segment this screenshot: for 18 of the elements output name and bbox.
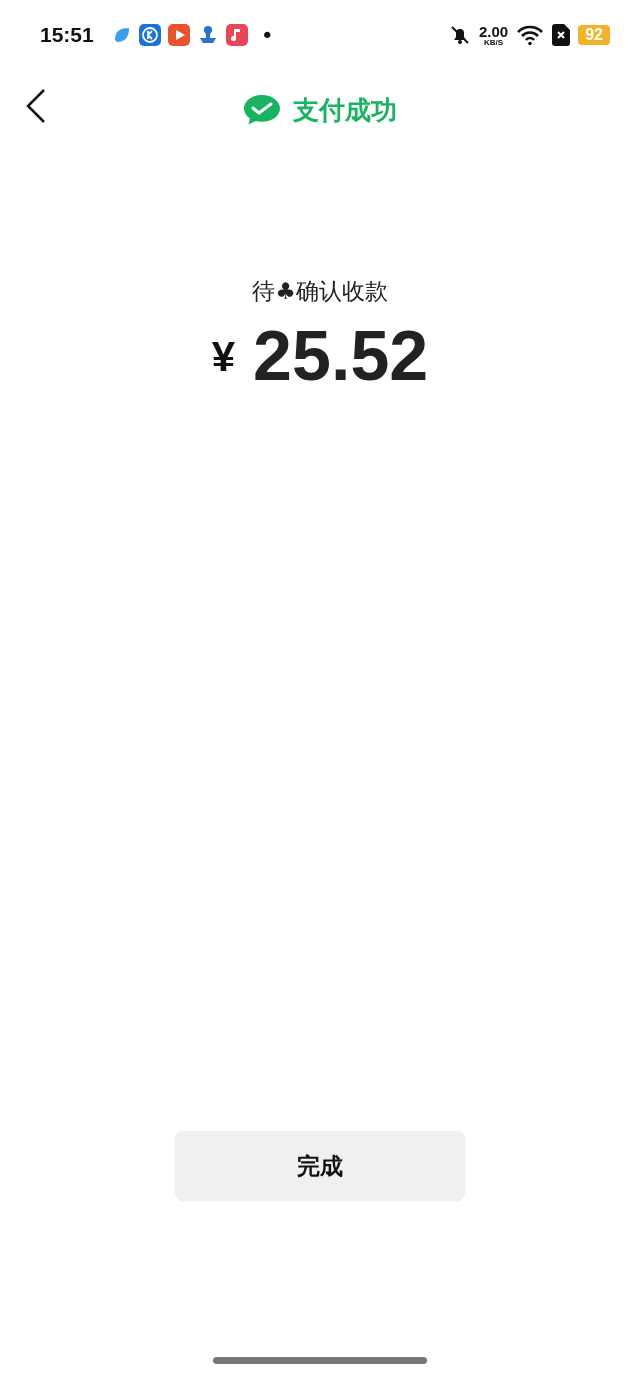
play-app-icon (167, 24, 190, 46)
battery-level: 92 (578, 25, 610, 45)
check-bubble-icon (243, 93, 281, 127)
sim-off-icon (552, 24, 571, 46)
notification-dot: • (260, 22, 274, 48)
music-app-icon (225, 24, 248, 46)
payment-status: 待♣确认收款 (252, 277, 388, 306)
bell-muted-icon (449, 24, 471, 46)
k-app-icon (138, 24, 161, 46)
back-icon[interactable] (25, 88, 47, 124)
wifi-icon (516, 24, 545, 46)
currency-symbol: ¥ (211, 333, 236, 381)
done-button[interactable]: 完成 (175, 1131, 465, 1201)
net-speed: 2.00 (479, 23, 509, 39)
status-time: 15:51 (40, 23, 94, 47)
net-speed-unit: KB/S (484, 38, 504, 47)
payment-amount: 25.52 (253, 321, 429, 391)
page-title: 支付成功 (293, 93, 397, 127)
